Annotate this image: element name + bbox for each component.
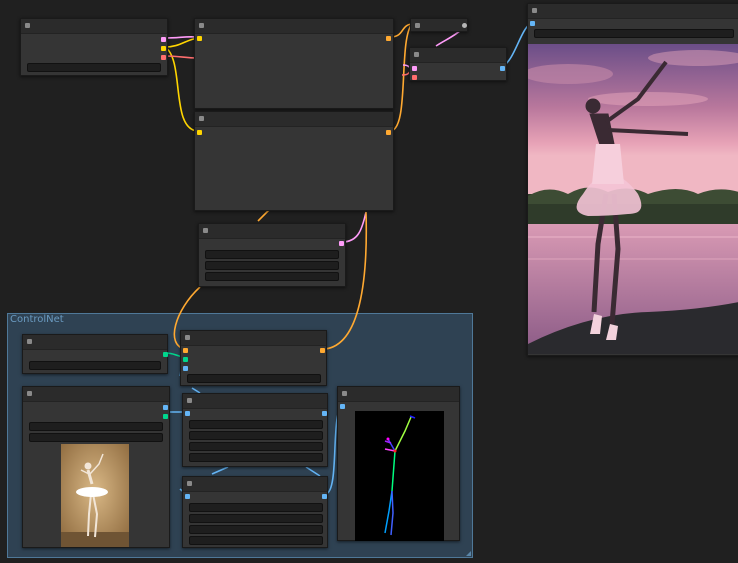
image-output-port[interactable] <box>163 405 168 410</box>
control-net-input-port[interactable] <box>183 357 188 362</box>
node-collapse-dot[interactable] <box>199 23 204 28</box>
detect-face-widget[interactable] <box>189 442 323 451</box>
save-image-node[interactable] <box>527 3 738 356</box>
model-output-port[interactable] <box>161 37 166 42</box>
node-header[interactable] <box>183 394 327 409</box>
conditioning-output-port[interactable] <box>386 36 391 41</box>
image-output-port[interactable] <box>322 411 327 416</box>
vae-input-port[interactable] <box>412 75 417 80</box>
node-collapse-dot[interactable] <box>415 23 420 28</box>
openpose-preprocessor-node[interactable] <box>182 393 328 467</box>
height-widget[interactable] <box>189 525 323 534</box>
controlnet-loader-node[interactable] <box>22 334 168 374</box>
strength-widget[interactable] <box>187 374 321 383</box>
clip-output-port[interactable] <box>161 46 166 51</box>
node-collapse-dot[interactable] <box>414 52 419 57</box>
resolution-widget[interactable] <box>189 453 323 462</box>
node-header[interactable] <box>23 387 169 402</box>
conditioning-output-port[interactable] <box>386 130 391 135</box>
node-header[interactable] <box>195 112 393 127</box>
images-input-port[interactable] <box>530 21 535 26</box>
node-collapse-dot[interactable] <box>342 391 347 396</box>
ballerina-sunset-image <box>528 44 738 354</box>
detect-body-widget[interactable] <box>189 431 323 440</box>
load-image-node[interactable] <box>22 386 170 548</box>
vae-output-port[interactable] <box>161 55 166 60</box>
checkpoint-name-widget[interactable] <box>27 63 161 72</box>
ksampler-node[interactable] <box>410 18 468 32</box>
images-input-port[interactable] <box>340 404 345 409</box>
samples-input-port[interactable] <box>412 66 417 71</box>
image-input-port[interactable] <box>185 411 190 416</box>
checkpoint-loader-node[interactable] <box>20 18 168 76</box>
clip-input-port[interactable] <box>197 36 202 41</box>
width-widget[interactable] <box>189 514 323 523</box>
node-header[interactable] <box>195 19 393 34</box>
conditioning-output-port[interactable] <box>320 348 325 353</box>
ballerina-stage-image <box>61 444 129 547</box>
filename-prefix-widget[interactable] <box>534 29 734 38</box>
node-collapse-dot[interactable] <box>27 339 32 344</box>
width-widget[interactable] <box>205 250 339 259</box>
conditioning-input-port[interactable] <box>183 348 188 353</box>
node-header[interactable] <box>23 335 167 350</box>
image-output-port[interactable] <box>500 66 505 71</box>
upload-button[interactable] <box>29 433 163 442</box>
controlnet-apply-node[interactable] <box>180 330 327 386</box>
batch-size-widget[interactable] <box>205 272 339 281</box>
preview-image-node[interactable] <box>337 386 460 541</box>
height-widget[interactable] <box>205 261 339 270</box>
image-output-port[interactable] <box>322 494 327 499</box>
controlnet-name-widget[interactable] <box>29 361 161 370</box>
image-scale-node[interactable] <box>182 476 328 548</box>
image-select-widget[interactable] <box>29 422 163 431</box>
vae-decode-node[interactable] <box>409 47 507 81</box>
node-header[interactable] <box>528 4 738 19</box>
reference-image <box>61 444 129 547</box>
node-header[interactable] <box>181 331 326 346</box>
image-input-port[interactable] <box>183 366 188 371</box>
positive-prompt-node[interactable] <box>194 18 394 109</box>
node-collapse-dot[interactable] <box>187 398 192 403</box>
generated-image <box>528 44 738 354</box>
node-header[interactable] <box>21 19 167 34</box>
negative-prompt-node[interactable] <box>194 111 394 211</box>
node-collapse-dot[interactable] <box>203 228 208 233</box>
crop-widget[interactable] <box>189 536 323 545</box>
latent-output-port[interactable] <box>462 23 467 28</box>
node-collapse-dot[interactable] <box>532 8 537 13</box>
node-header[interactable] <box>199 224 345 239</box>
mask-output-port[interactable] <box>163 414 168 419</box>
node-collapse-dot[interactable] <box>185 335 190 340</box>
node-collapse-dot[interactable] <box>199 116 204 121</box>
node-collapse-dot[interactable] <box>27 391 32 396</box>
detect-hand-widget[interactable] <box>189 420 323 429</box>
empty-latent-node[interactable] <box>198 223 346 287</box>
latent-output-port[interactable] <box>339 241 344 246</box>
node-collapse-dot[interactable] <box>25 23 30 28</box>
node-header[interactable] <box>410 48 506 63</box>
node-header[interactable] <box>338 387 459 402</box>
node-header[interactable] <box>411 19 467 31</box>
clip-input-port[interactable] <box>197 130 202 135</box>
upscale-method-widget[interactable] <box>189 503 323 512</box>
openpose-skeleton <box>384 415 416 536</box>
node-header[interactable] <box>183 477 327 492</box>
node-collapse-dot[interactable] <box>187 481 192 486</box>
control-net-output-port[interactable] <box>163 352 168 357</box>
image-input-port[interactable] <box>185 494 190 499</box>
pose-preview-image <box>355 411 444 541</box>
